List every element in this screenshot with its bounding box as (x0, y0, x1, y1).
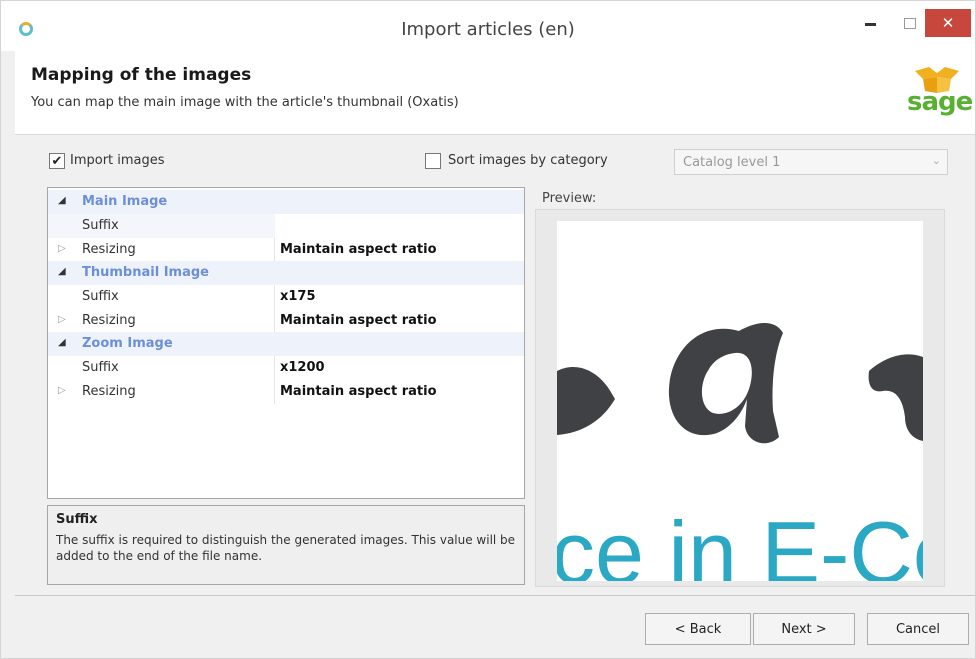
maximize-icon (904, 17, 916, 29)
oxatis-logo-preview: ce in E-Co (557, 323, 923, 581)
page-subtitle: You can map the main image with the arti… (31, 95, 459, 110)
property-value[interactable]: x1200 (280, 360, 325, 375)
property-value[interactable]: Maintain aspect ratio (280, 313, 437, 328)
sort-by-category-label: Sort images by category (448, 153, 608, 168)
property-value[interactable]: Maintain aspect ratio (280, 242, 437, 257)
grid-row-main-resizing[interactable]: ▷ Resizing Maintain aspect ratio (48, 238, 524, 262)
property-label: Resizing (82, 313, 136, 328)
property-value[interactable]: x175 (280, 289, 316, 304)
chevron-down-icon: ⌄ (931, 154, 941, 167)
wizard-header: Mapping of the images You can map the ma… (15, 51, 975, 135)
next-button[interactable]: Next > (753, 613, 855, 645)
expanded-triangle-icon[interactable]: ◢ (58, 195, 66, 206)
import-articles-window: Import articles (en) ✕ Mapping of the im… (0, 0, 976, 659)
collapsed-triangle-icon[interactable]: ▷ (58, 385, 66, 396)
column-divider (274, 238, 275, 262)
maximize-button[interactable] (893, 9, 927, 37)
collapsed-triangle-icon[interactable]: ▷ (58, 243, 66, 254)
category-label: Main Image (82, 194, 168, 209)
property-label: Suffix (82, 289, 119, 304)
expanded-triangle-icon[interactable]: ◢ (58, 337, 66, 348)
grid-category-main-image[interactable]: ◢ Main Image (48, 190, 524, 214)
grid-category-zoom-image[interactable]: ◢ Zoom Image (48, 332, 524, 356)
column-divider (274, 380, 275, 404)
image-properties-grid: ◢ Main Image Suffix ▷ Resizing Maintain … (47, 187, 525, 499)
back-button[interactable]: < Back (645, 613, 751, 645)
grid-row-main-suffix[interactable]: Suffix (48, 214, 524, 238)
description-text: The suffix is required to distinguish th… (56, 533, 516, 563)
checkmark-icon: ✔ (51, 153, 63, 169)
minimize-button[interactable] (853, 9, 887, 37)
cancel-button[interactable]: Cancel (867, 613, 969, 645)
import-images-checkbox[interactable]: ✔ (49, 153, 65, 169)
preview-image: ce in E-Co (557, 221, 923, 581)
column-divider (274, 309, 275, 333)
sort-by-category-checkbox[interactable] (425, 153, 441, 169)
property-label: Suffix (82, 360, 119, 375)
import-images-label: Import images (70, 153, 165, 168)
property-value[interactable]: Maintain aspect ratio (280, 384, 437, 399)
column-divider (274, 285, 275, 309)
preview-image-text: ce in E-Co (557, 503, 923, 581)
grid-row-thumbnail-suffix[interactable]: Suffix x175 (48, 285, 524, 309)
grid-row-zoom-resizing[interactable]: ▷ Resizing Maintain aspect ratio (48, 380, 524, 404)
footer-separator (15, 595, 975, 596)
property-label: Resizing (82, 242, 136, 257)
sage-logo-text: sage (907, 87, 973, 117)
close-icon: ✕ (941, 14, 955, 32)
property-label: Suffix (82, 218, 119, 233)
grid-row-zoom-suffix[interactable]: Suffix x1200 (48, 356, 524, 380)
minimize-icon (864, 22, 876, 26)
window-title: Import articles (en) (401, 19, 575, 40)
description-title: Suffix (56, 512, 98, 527)
grid-row-thumbnail-resizing[interactable]: ▷ Resizing Maintain aspect ratio (48, 309, 524, 333)
grid-category-thumbnail-image[interactable]: ◢ Thumbnail Image (48, 261, 524, 285)
expanded-triangle-icon[interactable]: ◢ (58, 266, 66, 277)
property-label: Resizing (82, 384, 136, 399)
catalog-level-select[interactable]: Catalog level 1 ⌄ (674, 149, 948, 175)
preview-label: Preview: (542, 191, 597, 206)
page-title: Mapping of the images (31, 65, 252, 85)
main-suffix-input[interactable] (275, 214, 524, 238)
column-divider (274, 356, 275, 380)
category-label: Zoom Image (82, 336, 173, 351)
catalog-level-value: Catalog level 1 (683, 155, 781, 170)
sage-logo: sage (907, 65, 973, 125)
close-button[interactable]: ✕ (925, 9, 971, 37)
category-label: Thumbnail Image (82, 265, 209, 280)
property-description-panel: Suffix The suffix is required to disting… (47, 505, 525, 585)
collapsed-triangle-icon[interactable]: ▷ (58, 314, 66, 325)
title-bar: Import articles (en) ✕ (1, 1, 975, 51)
